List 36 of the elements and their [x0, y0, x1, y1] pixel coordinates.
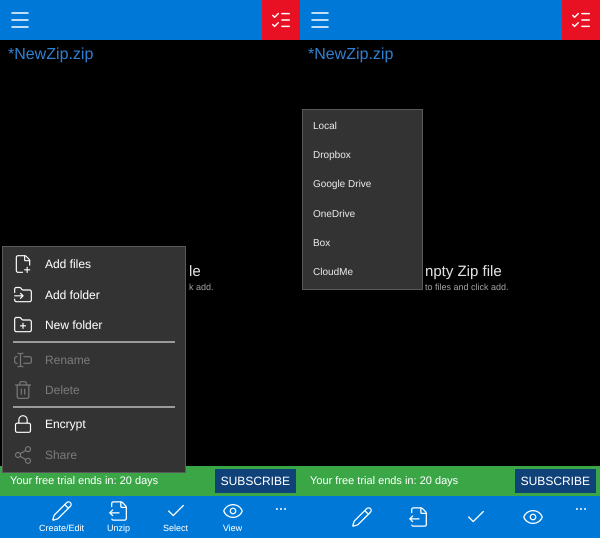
empty-hint: k add.: [189, 281, 215, 293]
menu-item[interactable]: Add folder: [3, 279, 185, 310]
menu-item[interactable]: OneDrive: [303, 200, 422, 228]
folder-plus-icon: [13, 315, 33, 336]
menu-item[interactable]: CloudMe: [303, 258, 422, 286]
folder-arrow-icon: [13, 284, 33, 305]
trial-text: Your free trial ends in: 20 days: [10, 474, 158, 489]
lock-icon: [13, 414, 33, 434]
empty-title: npty Zip file: [425, 263, 503, 281]
checklist-button[interactable]: [262, 0, 300, 40]
pencil-icon: [350, 506, 372, 528]
toolbar-button[interactable]: View: [204, 496, 261, 538]
subscribe-button[interactable]: SUBSCRIBE: [514, 469, 596, 493]
trial-text: Your free trial ends in: 20 days: [310, 474, 458, 489]
file-title: *NewZip.zip: [8, 45, 94, 65]
toolbar-button[interactable]: Unzip: [90, 496, 147, 538]
file-arrow-icon: [408, 506, 430, 528]
file-arrow-icon: [108, 500, 130, 522]
pencil-icon: [50, 500, 72, 522]
toolbar-button[interactable]: Create/Edit: [33, 496, 90, 538]
menu-item[interactable]: Encrypt: [3, 409, 185, 440]
menu-item[interactable]: Local: [303, 112, 422, 141]
menu-item[interactable]: New folder: [3, 310, 185, 340]
subscribe-button[interactable]: SUBSCRIBE: [214, 469, 296, 493]
menu-item[interactable]: Google Drive: [303, 170, 422, 199]
toolbar-button[interactable]: Select: [147, 496, 204, 538]
checklist-button[interactable]: [562, 0, 600, 40]
menu-item[interactable]: Add files: [3, 249, 185, 280]
empty-hint: to files and click add.: [425, 281, 510, 293]
file-plus-icon: [13, 254, 33, 274]
file-title: *NewZip.zip: [308, 45, 394, 65]
share-icon: [13, 444, 33, 465]
menu-item[interactable]: Box: [303, 229, 422, 258]
empty-title: le: [189, 263, 202, 281]
trash-icon: [13, 380, 33, 400]
menu-item[interactable]: Dropbox: [303, 142, 422, 170]
